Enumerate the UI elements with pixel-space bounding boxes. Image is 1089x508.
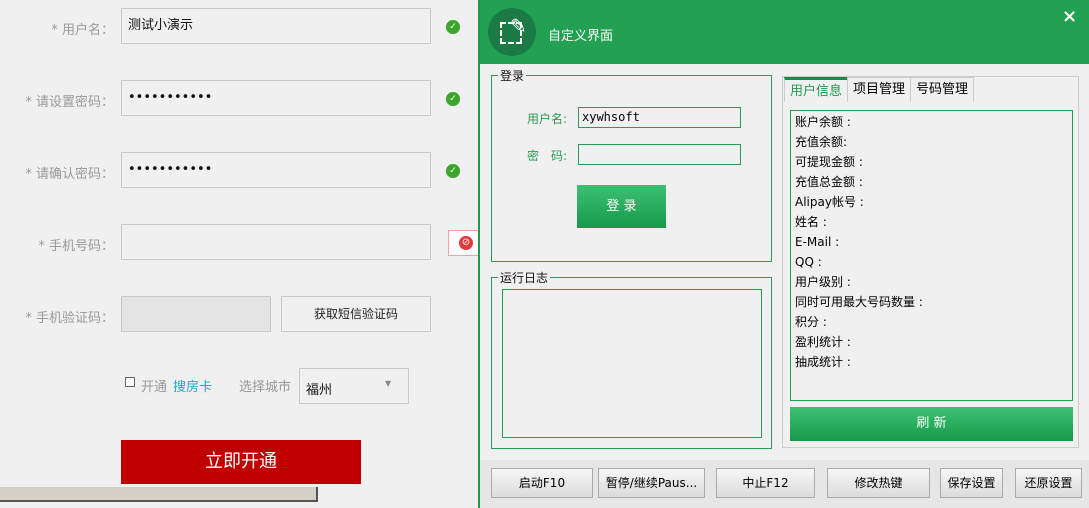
refresh-button[interactable]: 刷 新 bbox=[790, 407, 1073, 441]
check-icon: ✓ bbox=[446, 92, 460, 106]
edit-icon: ✎ bbox=[488, 8, 536, 56]
info-row: 可提现金额 : bbox=[795, 155, 863, 169]
hotkey-button[interactable]: 修改热键 bbox=[827, 468, 930, 498]
error-icon: ⊘ bbox=[459, 236, 473, 250]
check-icon: ✓ bbox=[446, 164, 460, 178]
user-info-box: 账户余额 : 充值余额: 可提现金额 : 充值总金额 : Alipay帐号 : … bbox=[790, 110, 1073, 401]
confirm-password-label: * 请确认密码： bbox=[25, 167, 114, 182]
pause-resume-button[interactable]: 暂停/继续Paus... bbox=[598, 468, 705, 498]
start-button[interactable]: 启动F10 bbox=[491, 468, 593, 498]
info-row: 盈利统计 : bbox=[795, 335, 851, 349]
tab-project-management[interactable]: 项目管理 bbox=[847, 77, 912, 102]
password-input[interactable]: ••••••••••• bbox=[121, 80, 431, 116]
city-value: 福州 bbox=[306, 383, 333, 398]
password-label: * 请设置密码： bbox=[25, 95, 114, 110]
username-input[interactable]: 测试小演示 bbox=[121, 8, 431, 44]
login-password-input[interactable] bbox=[578, 144, 741, 165]
chevron-down-icon: ▼ bbox=[385, 379, 392, 388]
login-group-caption: 登录 bbox=[498, 67, 527, 84]
custom-window: ✎ 自定义界面 × 登录 用户名: xywhsoft 密 码: 登 录 运行日志… bbox=[478, 0, 1089, 508]
info-row: 用户级别 : bbox=[795, 275, 851, 289]
log-group: 运行日志 bbox=[491, 269, 772, 449]
city-label: 选择城市 bbox=[239, 380, 292, 395]
open-label: 开通 bbox=[141, 380, 168, 395]
close-button[interactable]: × bbox=[1062, 6, 1077, 27]
restore-settings-button[interactable]: 还原设置 bbox=[1015, 468, 1082, 498]
info-row: E-Mail : bbox=[795, 235, 840, 249]
sms-code-input[interactable] bbox=[121, 296, 271, 332]
log-group-caption: 运行日志 bbox=[498, 269, 551, 286]
window-title: 自定义界面 bbox=[548, 29, 614, 44]
log-textarea[interactable] bbox=[502, 289, 762, 438]
horizontal-scrollbar[interactable] bbox=[0, 487, 318, 502]
info-row: 抽成统计 : bbox=[795, 355, 851, 369]
info-row: 充值余额: bbox=[795, 135, 848, 149]
info-row: 同时可用最大号码数量 : bbox=[795, 295, 923, 309]
tab-user-info[interactable]: 用户信息 bbox=[784, 77, 849, 102]
info-row: QQ : bbox=[795, 255, 822, 269]
login-group: 登录 用户名: xywhsoft 密 码: 登 录 bbox=[491, 67, 772, 262]
username-label: 用户名: bbox=[527, 112, 568, 126]
login-button[interactable]: 登 录 bbox=[577, 185, 666, 228]
tab-number-management[interactable]: 号码管理 bbox=[910, 77, 975, 102]
info-row: 积分 : bbox=[795, 315, 827, 329]
open-checkbox[interactable] bbox=[125, 377, 135, 387]
info-row: Alipay帐号 : bbox=[795, 195, 864, 209]
phone-input[interactable] bbox=[121, 224, 431, 260]
phone-label: * 手机号码： bbox=[38, 239, 114, 254]
info-row: 充值总金额 : bbox=[795, 175, 863, 189]
sms-code-label: * 手机验证码： bbox=[25, 311, 114, 326]
error-tooltip: ⊘ bbox=[448, 230, 478, 256]
check-icon: ✓ bbox=[446, 20, 460, 34]
username-label: * 用户名： bbox=[51, 23, 114, 38]
confirm-password-input[interactable]: ••••••••••• bbox=[121, 152, 431, 188]
login-username-input[interactable]: xywhsoft bbox=[578, 107, 741, 128]
info-row: 姓名 : bbox=[795, 215, 827, 229]
info-row: 账户余额 : bbox=[795, 115, 851, 129]
city-select[interactable]: 福州 ▼ bbox=[299, 368, 409, 404]
save-settings-button[interactable]: 保存设置 bbox=[940, 468, 1003, 498]
card-link[interactable]: 搜房卡 bbox=[173, 376, 212, 395]
stop-button[interactable]: 中止F12 bbox=[716, 468, 815, 498]
password-label: 密 码: bbox=[527, 149, 568, 163]
title-bar: ✎ 自定义界面 × bbox=[480, 0, 1089, 64]
submit-button[interactable]: 立即开通 bbox=[121, 440, 361, 484]
get-sms-code-button[interactable]: 获取短信验证码 bbox=[281, 296, 431, 332]
